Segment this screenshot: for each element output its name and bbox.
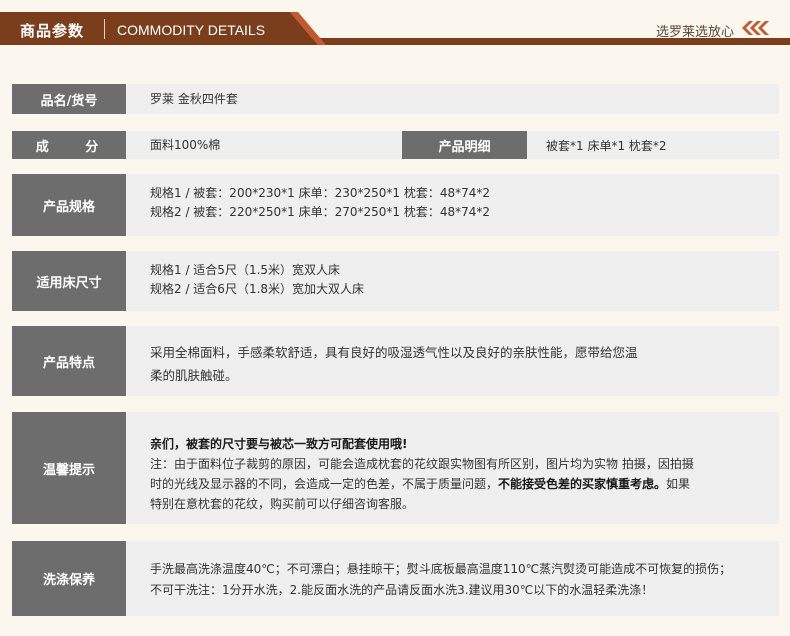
washing-line-1: 手洗最高洗涤温度40℃；不可漂白；悬挂晾干；熨斗底板最高温度110℃蒸汽熨烫可能… bbox=[150, 562, 732, 576]
header-divider bbox=[104, 19, 105, 39]
label-washing: 洗涤保养 bbox=[12, 541, 126, 616]
value-tips: 亲们，被套的尺寸要与被芯一致方可配套使用哦! 注：由于面料位子裁剪的原因，可能会… bbox=[150, 434, 769, 514]
row-bed-size: 适用床尺寸 规格1 / 适合5尺（1.5米）宽双人床 规格2 / 适合6尺（1.… bbox=[12, 251, 779, 311]
label-bed-size: 适用床尺寸 bbox=[12, 251, 126, 311]
features-line-2: 柔的肌肤触碰。 bbox=[150, 368, 238, 383]
section-header: 商品参数 COMMODITY DETAILS 选罗莱选放心 bbox=[0, 0, 790, 50]
header-title-cn: 商品参数 bbox=[20, 22, 85, 40]
tips-line-3: 特别在意枕套的花纹，购买前可以仔细咨询客服。 bbox=[150, 497, 415, 511]
row-product-name: 品名/货号 罗莱 金秋四件套 bbox=[12, 84, 779, 114]
tips-line-2-text: 时的光线及显示器的不同，会造成一定的色差，不属于质量问题， bbox=[150, 477, 499, 491]
tips-emphasis: 不能接受色差的买家慎重考虑。 bbox=[498, 477, 667, 491]
chevron-left-icon bbox=[742, 21, 769, 35]
value-product-name: 罗莱 金秋四件套 bbox=[150, 92, 238, 106]
value-washing: 手洗最高洗涤温度40℃；不可漂白；悬挂晾干；熨斗底板最高温度110℃蒸汽熨烫可能… bbox=[150, 559, 769, 601]
bed-size-line-2: 规格2 / 适合6尺（1.8米）宽加大双人床 bbox=[150, 282, 365, 296]
spec-line-2: 规格2 / 被套：220*250*1 床单：270*250*1 枕套：48*74… bbox=[150, 205, 490, 219]
tips-line-2: 时的光线及显示器的不同，会造成一定的色差，不属于质量问题，不能接受色差的买家慎重… bbox=[150, 474, 769, 494]
label-tips: 温馨提示 bbox=[12, 412, 126, 524]
bed-size-line-1: 规格1 / 适合5尺（1.5米）宽双人床 bbox=[150, 263, 341, 277]
label-spec: 产品规格 bbox=[12, 174, 126, 236]
row-composition: 成 分 面料100%棉 产品明细 被套*1 床单*1 枕套*2 bbox=[12, 131, 779, 159]
tips-line-2-tail: 如果 bbox=[666, 477, 691, 491]
washing-line-2: 不可干洗注：1分开水洗，2.能反面水洗的产品请反面水洗3.建议用30℃以下的水温… bbox=[150, 583, 654, 597]
row-tips: 温馨提示 亲们，被套的尺寸要与被芯一致方可配套使用哦! 注：由于面料位子裁剪的原… bbox=[12, 412, 779, 524]
value-features: 采用全棉面料，手感柔软舒适，具有良好的吸湿透气性以及良好的亲肤性能，愿带给您温 … bbox=[150, 341, 769, 387]
row-washing: 洗涤保养 手洗最高洗涤温度40℃；不可漂白；悬挂晾干；熨斗底板最高温度110℃蒸… bbox=[12, 541, 779, 616]
label-composition: 成 分 bbox=[12, 131, 126, 159]
row-spec: 产品规格 规格1 / 被套：200*230*1 床单：230*250*1 枕套：… bbox=[12, 174, 779, 236]
label-product-details: 产品明细 bbox=[402, 131, 527, 159]
features-line-1: 采用全棉面料，手感柔软舒适，具有良好的吸湿透气性以及良好的亲肤性能，愿带给您温 bbox=[150, 345, 638, 360]
label-product-name: 品名/货号 bbox=[12, 84, 126, 114]
header-title-en: COMMODITY DETAILS bbox=[117, 22, 266, 38]
tips-bold-line: 亲们，被套的尺寸要与被芯一致方可配套使用哦! bbox=[150, 437, 408, 451]
value-bed-size: 规格1 / 适合5尺（1.5米）宽双人床 规格2 / 适合6尺（1.8米）宽加大… bbox=[150, 261, 769, 299]
row-features: 产品特点 采用全棉面料，手感柔软舒适，具有良好的吸湿透气性以及良好的亲肤性能，愿… bbox=[12, 326, 779, 396]
spec-line-1: 规格1 / 被套：200*230*1 床单：230*250*1 枕套：48*74… bbox=[150, 186, 490, 200]
tips-line-1: 注：由于面料位子裁剪的原因，可能会造成枕套的花纹跟实物图有所区别，图片均为实物 … bbox=[150, 457, 694, 471]
value-product-details: 被套*1 床单*1 枕套*2 bbox=[546, 138, 667, 153]
header-slogan: 选罗莱选放心 bbox=[655, 25, 734, 40]
value-spec: 规格1 / 被套：200*230*1 床单：230*250*1 枕套：48*74… bbox=[150, 184, 769, 222]
label-features: 产品特点 bbox=[12, 326, 126, 396]
